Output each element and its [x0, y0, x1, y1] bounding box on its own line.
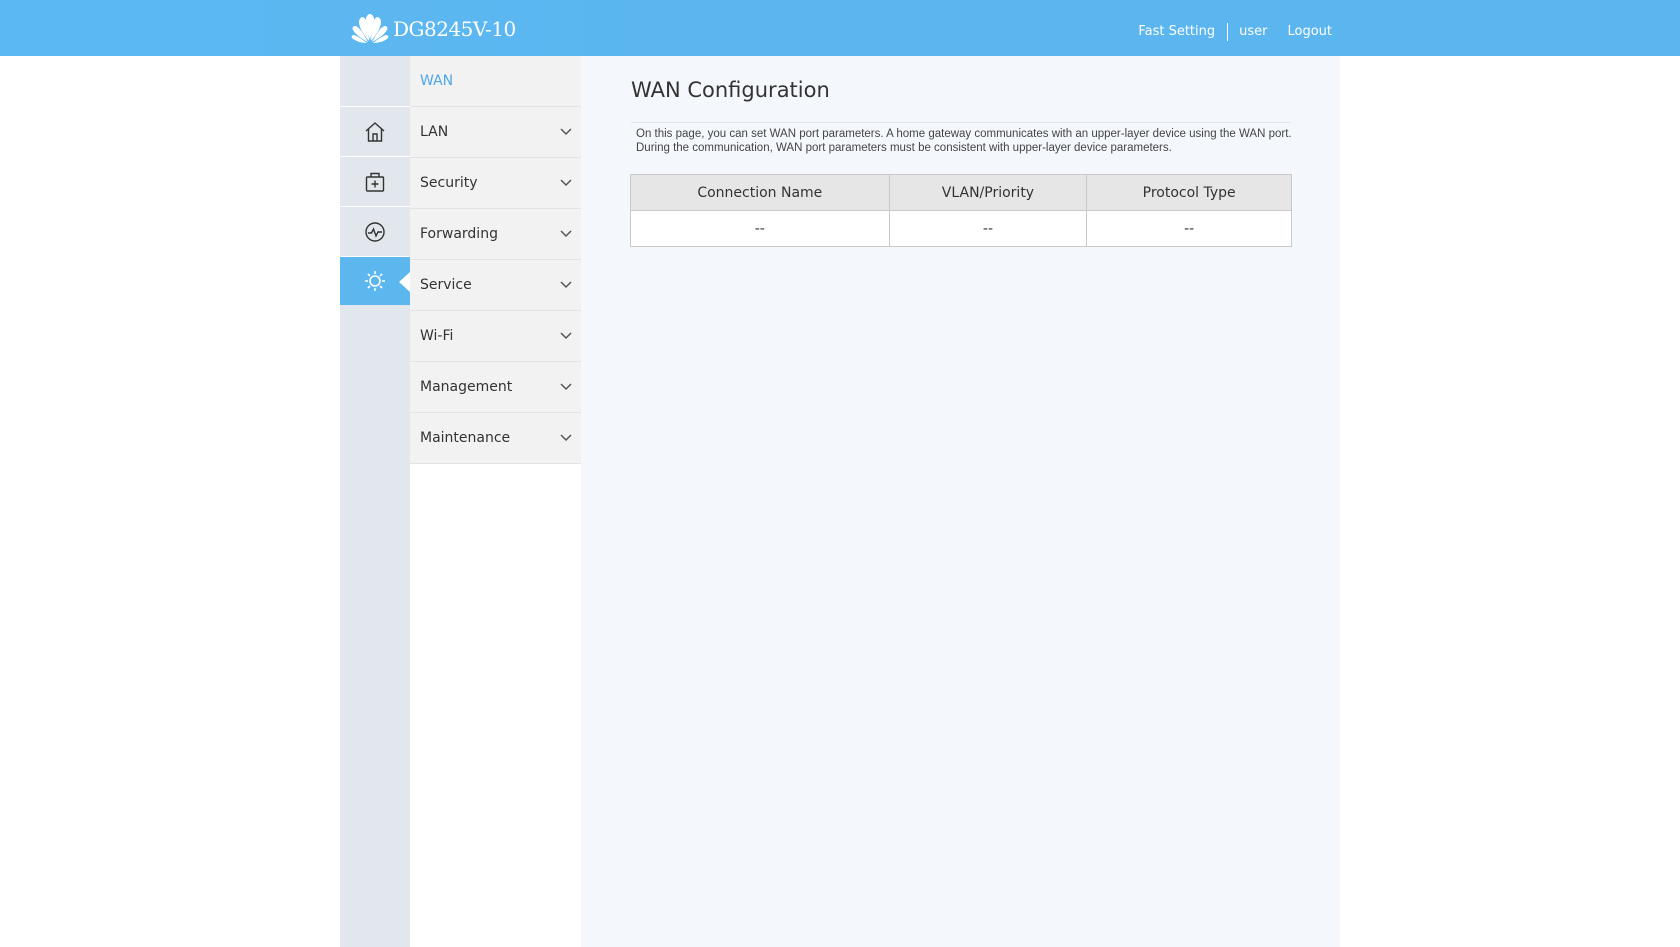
menu-item-label: Management — [420, 379, 513, 395]
submenu: WAN LAN Security Forwarding Service Wi-F… — [410, 56, 581, 947]
chevron-down-icon — [560, 332, 572, 340]
menu-item-wifi[interactable]: Wi-Fi — [410, 311, 581, 362]
logout-link[interactable]: Logout — [1287, 21, 1332, 43]
menu-item-label: Security — [420, 175, 478, 191]
device-model: DG8245V-10 — [393, 17, 516, 41]
menu-item-wan[interactable]: WAN — [410, 56, 581, 107]
chevron-down-icon — [560, 383, 572, 391]
col-header-connection-name: Connection Name — [630, 174, 890, 211]
home-icon — [365, 121, 385, 142]
cell-vlan-priority: -- — [888, 210, 1088, 247]
rail-diagnose[interactable] — [340, 206, 410, 256]
content-panel: WAN Configuration On this page, you can … — [581, 56, 1340, 947]
rail-settings[interactable] — [340, 256, 410, 305]
brand-logo-icon — [351, 14, 389, 43]
add-box-icon — [365, 172, 385, 192]
monitor-pulse-icon — [365, 221, 385, 242]
col-header-protocol-type: Protocol Type — [1086, 174, 1292, 211]
menu-item-lan[interactable]: LAN — [410, 107, 581, 158]
menu-item-label: Service — [420, 277, 472, 293]
wan-connection-table: Connection Name VLAN/Priority Protocol T… — [630, 174, 1292, 247]
chevron-down-icon — [560, 230, 572, 238]
chevron-down-icon — [560, 128, 572, 136]
top-header-bar: DG8245V-10 Fast Setting user Logout — [0, 0, 1680, 56]
cell-connection-name: -- — [630, 210, 890, 247]
menu-item-label: WAN — [420, 73, 454, 89]
table-header-row: Connection Name VLAN/Priority Protocol T… — [630, 174, 1292, 211]
page-description: On this page, you can set WAN port param… — [636, 128, 1292, 154]
menu-item-management[interactable]: Management — [410, 362, 581, 413]
page-title: WAN Configuration — [631, 78, 830, 102]
menu-item-service[interactable]: Service — [410, 260, 581, 311]
menu-item-label: LAN — [420, 124, 449, 140]
header-links: Fast Setting user Logout — [1138, 21, 1332, 43]
title-divider — [631, 122, 1291, 123]
header-divider — [1227, 23, 1229, 41]
chevron-down-icon — [560, 434, 572, 442]
chevron-down-icon — [560, 179, 572, 187]
menu-item-security[interactable]: Security — [410, 158, 581, 209]
user-link[interactable]: user — [1239, 21, 1267, 43]
menu-item-label: Wi-Fi — [420, 328, 454, 344]
gear-icon — [365, 271, 385, 291]
rail-home[interactable] — [340, 106, 410, 156]
icon-rail — [340, 56, 410, 947]
menu-item-label: Forwarding — [420, 226, 498, 242]
fast-setting-link[interactable]: Fast Setting — [1138, 21, 1215, 43]
menu-item-forwarding[interactable]: Forwarding — [410, 209, 581, 260]
rail-add[interactable] — [340, 156, 410, 206]
col-header-vlan-priority: VLAN/Priority — [888, 174, 1088, 211]
active-indicator — [399, 272, 410, 292]
table-row: -- -- -- — [630, 210, 1292, 247]
cell-protocol-type: -- — [1086, 210, 1292, 247]
menu-item-maintenance[interactable]: Maintenance — [410, 413, 581, 464]
menu-item-label: Maintenance — [420, 430, 511, 446]
chevron-down-icon — [560, 281, 572, 289]
